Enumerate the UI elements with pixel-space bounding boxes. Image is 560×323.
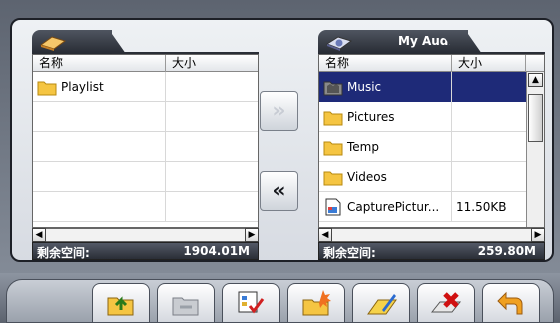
back-folder-button[interactable] [157, 283, 215, 323]
copy-to-right-button[interactable]: » [260, 91, 298, 131]
left-column-name[interactable]: 名称 [33, 55, 166, 72]
left-panel: 名称 大小 Playlist ◀ ▶ 剩余空间: 1904.01M [32, 30, 259, 260]
row-size [452, 72, 526, 102]
list-item[interactable]: Pictures [319, 102, 544, 132]
left-free-space-bar: 剩余空间: 1904.01M [32, 242, 259, 260]
right-free-space-bar: 剩余空间: 259.80M [318, 242, 545, 260]
scroll-up-button[interactable]: ▲ [528, 73, 543, 87]
row-size [452, 132, 526, 162]
row-name: CapturePictur... [347, 200, 440, 214]
rename-icon [367, 294, 397, 315]
back-folder-icon [172, 297, 199, 316]
right-horizontal-scrollbar[interactable]: ◀ ▶ [318, 228, 545, 242]
row-size [452, 102, 526, 132]
folder-icon [323, 171, 343, 186]
scroll-right-button[interactable]: ▶ [245, 228, 259, 242]
return-button[interactable] [482, 283, 540, 323]
list-item [33, 132, 258, 162]
image-file-icon [325, 198, 341, 216]
free-space-value: 259.80M [477, 244, 536, 258]
free-space-value: 1904.01M [183, 244, 250, 258]
right-column-name[interactable]: 名称 [319, 55, 452, 72]
new-folder-button[interactable] [287, 283, 345, 323]
list-item [33, 162, 258, 192]
folder-icon [37, 81, 57, 96]
row-size [452, 162, 526, 192]
scroll-left-button[interactable]: ◀ [318, 228, 332, 242]
list-item[interactable]: Music [319, 72, 544, 102]
list-item[interactable]: Temp [319, 132, 544, 162]
list-item[interactable]: CapturePictur... 11.50KB [319, 192, 544, 222]
row-size [166, 72, 258, 102]
row-name: Pictures [347, 110, 395, 124]
rename-button[interactable] [352, 283, 410, 323]
copy-to-left-button[interactable]: « [260, 171, 298, 211]
left-header-row: 名称 大小 [33, 55, 258, 72]
left-file-list[interactable]: 名称 大小 Playlist [32, 54, 259, 228]
left-horizontal-scrollbar[interactable]: ◀ ▶ [32, 228, 259, 242]
delete-icon [430, 292, 462, 313]
left-column-size[interactable]: 大小 [166, 55, 258, 72]
row-size: 11.50KB [456, 200, 507, 214]
bottom-toolbar [0, 273, 560, 323]
free-space-label: 剩余空间: [323, 246, 376, 260]
row-name: Playlist [61, 80, 104, 94]
right-vertical-scrollbar[interactable]: ▲ ▼ [526, 72, 544, 227]
delete-button[interactable] [417, 283, 475, 323]
select-all-icon [238, 291, 265, 314]
audio-device-icon [325, 36, 353, 51]
music-folder-icon [323, 81, 343, 96]
list-item[interactable]: Videos [319, 162, 544, 192]
storage-device-icon [39, 36, 67, 51]
right-file-list[interactable]: 名称 大小 Music Pictures Temp Videos Capture… [318, 54, 545, 228]
free-space-label: 剩余空间: [37, 246, 90, 260]
scroll-thumb[interactable] [528, 94, 543, 142]
scroll-right-button[interactable]: ▶ [531, 228, 545, 242]
right-header-row: 名称 大小 [319, 55, 544, 72]
row-name: Music [347, 80, 382, 94]
up-folder-button[interactable] [92, 283, 150, 323]
row-name: Temp [347, 140, 379, 154]
select-all-button[interactable] [222, 283, 280, 323]
scroll-left-button[interactable]: ◀ [32, 228, 46, 242]
list-item[interactable]: Playlist [33, 72, 258, 102]
folder-icon [323, 141, 343, 156]
up-folder-icon [107, 296, 134, 316]
right-column-size[interactable]: 大小 [452, 55, 526, 72]
right-panel: My Audio 名称 大小 Music Pictures Temp Video… [318, 30, 545, 260]
list-item [33, 102, 258, 132]
return-icon [497, 291, 523, 315]
list-item [33, 192, 258, 222]
folder-icon [323, 111, 343, 126]
new-folder-icon [302, 290, 331, 316]
row-name: Videos [347, 170, 387, 184]
